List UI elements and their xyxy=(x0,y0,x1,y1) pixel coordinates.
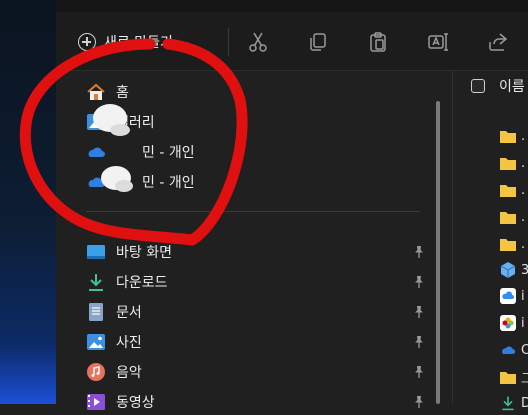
pin-icon[interactable] xyxy=(412,365,426,379)
toolbar-separator xyxy=(228,28,229,56)
folder-icon xyxy=(500,239,516,251)
list-item[interactable]: . xyxy=(499,153,525,173)
nav-item-music[interactable]: 음악 xyxy=(86,359,142,385)
nav-scrollbar[interactable] xyxy=(436,101,440,404)
share-icon[interactable] xyxy=(486,30,510,54)
list-item[interactable]: i xyxy=(499,286,525,306)
list-item[interactable]: . xyxy=(499,207,525,227)
cut-icon[interactable] xyxy=(246,30,270,54)
list-item-name: i xyxy=(521,315,525,331)
paste-icon[interactable] xyxy=(366,30,390,54)
nav-label-pictures: 사진 xyxy=(116,335,142,351)
list-item-name: i xyxy=(521,288,525,304)
music-icon xyxy=(86,362,106,382)
title-bar-strip xyxy=(56,0,528,12)
nav-item-gallery[interactable]: 갤러리 xyxy=(86,109,155,135)
home-icon xyxy=(86,82,106,102)
photos-icon xyxy=(500,315,516,331)
command-bar: 새로 만들기 ⌄ xyxy=(56,12,528,71)
list-item-name: 3 xyxy=(521,262,528,278)
pin-icon[interactable] xyxy=(412,305,426,319)
list-item[interactable]: 3 xyxy=(499,260,528,280)
list-item-name: C xyxy=(521,342,528,358)
onedrive-icon xyxy=(86,142,106,162)
nav-item-documents[interactable]: 문서 xyxy=(86,299,142,325)
nav-label-onedrive-2: 민 - 개인 xyxy=(142,175,195,191)
nav-label-videos: 동영상 xyxy=(116,395,155,411)
gallery-icon xyxy=(86,112,106,132)
nav-label-downloads: 다운로드 xyxy=(116,275,168,291)
list-item[interactable]: . xyxy=(499,180,525,200)
nav-divider xyxy=(86,211,420,212)
pin-icon[interactable] xyxy=(412,275,426,289)
navigation-pane: 홈 갤러리 민 - 개인 민 - 개인 바탕 화면 다운로드 문서 사진 음악 … xyxy=(56,71,446,411)
new-button[interactable]: 새로 만들기 ⌄ xyxy=(78,30,191,54)
nav-item-videos[interactable]: 동영상 xyxy=(86,389,155,415)
folder-icon xyxy=(500,185,516,197)
nav-item-downloads[interactable]: 다운로드 xyxy=(86,269,168,295)
list-item[interactable]: 그 xyxy=(499,367,528,387)
list-item-name: . xyxy=(521,209,526,225)
list-item[interactable]: C xyxy=(499,340,528,360)
plus-icon xyxy=(78,33,96,51)
desktop-background xyxy=(0,0,56,404)
3d-objects-icon xyxy=(500,262,516,278)
pin-icon[interactable] xyxy=(412,335,426,349)
list-item-name: . xyxy=(521,155,526,171)
list-item[interactable]: . xyxy=(499,126,525,146)
nav-label-onedrive-1: 민 - 개인 xyxy=(142,145,195,161)
picture-icon xyxy=(86,332,106,352)
document-icon xyxy=(86,302,106,322)
chevron-down-icon: ⌄ xyxy=(182,36,192,48)
column-header-name[interactable]: 이름 xyxy=(499,76,525,96)
nav-label-desktop: 바탕 화면 xyxy=(116,245,172,261)
copy-icon[interactable] xyxy=(306,30,330,54)
nav-item-desktop[interactable]: 바탕 화면 xyxy=(86,239,172,265)
list-item[interactable]: D xyxy=(499,393,528,413)
new-button-label: 새로 만들기 xyxy=(104,35,173,51)
nav-item-home[interactable]: 홈 xyxy=(86,79,129,105)
onedrive-icon xyxy=(502,346,516,354)
pin-icon[interactable] xyxy=(412,395,426,409)
nav-label-home: 홈 xyxy=(116,85,129,101)
list-item-name: . xyxy=(521,236,526,252)
list-item-name: D xyxy=(521,395,528,411)
folder-icon xyxy=(500,212,516,224)
list-item[interactable]: i xyxy=(499,313,525,333)
select-all-checkbox[interactable] xyxy=(471,79,485,93)
list-item-name: . xyxy=(521,128,526,144)
file-list: 이름 . . . . . 3 i i C 그 D xyxy=(453,71,528,411)
download-icon xyxy=(86,272,106,292)
folder-icon xyxy=(500,158,516,170)
rename-icon[interactable] xyxy=(426,30,450,54)
list-item[interactable]: . xyxy=(499,234,525,254)
nav-label-documents: 문서 xyxy=(116,305,142,321)
pin-icon[interactable] xyxy=(412,245,426,259)
nav-item-onedrive-2[interactable]: 민 - 개인 xyxy=(86,169,195,195)
video-icon xyxy=(86,392,106,412)
folder-icon xyxy=(500,131,516,143)
nav-item-onedrive-1[interactable]: 민 - 개인 xyxy=(86,139,195,165)
onedrive-icon xyxy=(86,172,106,192)
list-item-name: . xyxy=(521,182,526,198)
nav-item-pictures[interactable]: 사진 xyxy=(86,329,142,355)
download-icon xyxy=(502,396,514,411)
nav-label-gallery: 갤러리 xyxy=(116,115,155,131)
nav-label-music: 음악 xyxy=(116,365,142,381)
list-item-name: 그 xyxy=(521,371,528,387)
desktop-icon xyxy=(86,242,106,262)
icloud-icon xyxy=(500,288,516,304)
file-explorer-window: 새로 만들기 ⌄ 홈 갤러리 민 - 개인 민 - 개인 바탕 화면 다운로드 … xyxy=(56,12,528,411)
folder-icon xyxy=(500,372,516,384)
